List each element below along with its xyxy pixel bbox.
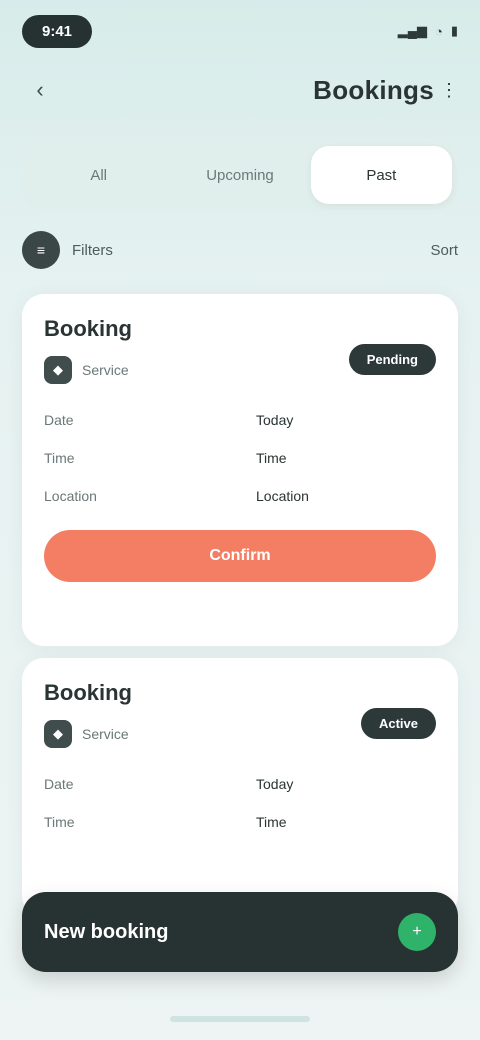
card-title: Booking <box>44 680 132 705</box>
detail-value: Time <box>256 450 287 466</box>
filter-row: ≡ Filters Sort <box>22 226 458 274</box>
detail-key: Time <box>44 450 75 466</box>
home-indicator <box>170 1016 310 1022</box>
card-subtitle-row: ◆ Service <box>44 356 132 384</box>
sort-button[interactable]: Sort <box>430 242 458 259</box>
card-subtitle-row: ◆ Service <box>44 720 132 748</box>
status-badge: Active <box>360 708 436 739</box>
chevron-left-icon: ‹ <box>36 77 44 102</box>
status-icons: ▂▄▆ ◔ ▮ <box>398 23 458 39</box>
filter-icon: ≡ <box>22 231 60 269</box>
status-time: 9:41 <box>22 14 93 48</box>
service-icon: ◆ <box>44 356 72 384</box>
header-actions: ⋮ <box>440 80 458 101</box>
filter-label: Filters <box>72 241 113 259</box>
detail-value: Time <box>256 814 287 830</box>
card-title: Booking <box>44 316 132 341</box>
card-header: Booking ◆ Service Pending <box>44 316 436 384</box>
battery-icon: ▮ <box>450 23 458 38</box>
detail-key: Time <box>44 814 75 830</box>
bottom-action-bar[interactable]: New booking + <box>22 892 458 972</box>
tab-all[interactable]: All <box>28 146 169 204</box>
header: ‹ Bookings ⋮ <box>22 62 458 118</box>
detail-key: Date <box>44 412 74 428</box>
back-button[interactable]: ‹ <box>22 72 58 108</box>
sort-label: Sort <box>430 241 458 259</box>
card-details: Date Today Time Time <box>44 776 436 830</box>
page-title: Bookings <box>313 74 434 105</box>
plus-icon[interactable]: + <box>398 913 436 951</box>
confirm-button[interactable]: Confirm <box>44 530 436 582</box>
detail-key: Location <box>44 488 97 504</box>
detail-value: Today <box>256 776 294 792</box>
card-subtitle: Service <box>82 362 129 378</box>
bottom-right: + <box>398 913 436 951</box>
status-bar: 9:41 ▂▄▆ ◔ ▮ <box>22 10 458 52</box>
detail-key: Date <box>44 776 74 792</box>
card-details: Date Today Time Time Location Location <box>44 412 436 504</box>
card-header: Booking ◆ Service Active <box>44 680 436 748</box>
card-subtitle: Service <box>82 726 129 742</box>
signal-icon: ▂▄▆ <box>397 23 427 38</box>
booking-card[interactable]: Booking ◆ Service Pending Date Today Tim… <box>22 294 458 646</box>
tab-past[interactable]: Past <box>310 146 452 204</box>
bottom-title: New booking <box>44 920 169 943</box>
detail-value: Location <box>256 488 309 504</box>
tab-upcoming[interactable]: Upcoming <box>169 146 310 204</box>
filter-button[interactable]: ≡ Filters <box>22 231 113 269</box>
screen: 9:41 ▂▄▆ ◔ ▮ ‹ Bookings ⋮ All Upcoming P… <box>0 0 480 1040</box>
segmented-tabs: All Upcoming Past <box>22 140 458 210</box>
status-badge: Pending <box>348 344 436 375</box>
booking-card[interactable]: Booking ◆ Service Active Date Today Time… <box>22 658 458 918</box>
menu-icon[interactable]: ⋮ <box>440 80 458 101</box>
detail-value: Today <box>256 412 294 428</box>
wifi-icon: ◔ <box>434 23 443 39</box>
service-icon: ◆ <box>44 720 72 748</box>
